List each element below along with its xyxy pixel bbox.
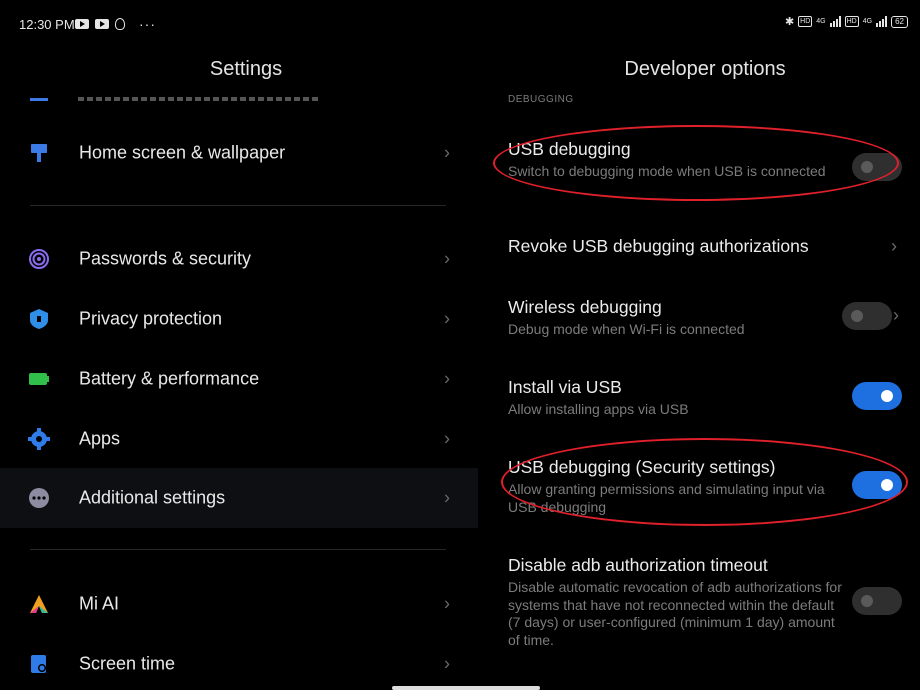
- annotation-ellipse: [501, 438, 908, 526]
- option-description: Disable automatic revocation of adb auth…: [508, 579, 842, 648]
- option-install-via-usb[interactable]: Install via USB Allow installing apps vi…: [508, 377, 838, 419]
- settings-item-apps[interactable]: Apps ›: [0, 409, 478, 469]
- network-type: 4G: [862, 18, 873, 25]
- chevron-right-icon: ›: [444, 248, 450, 269]
- system-icons: ✱ HD 4G HD 4G 62: [785, 15, 908, 28]
- chevron-right-icon: ›: [444, 142, 450, 163]
- settings-item-label: Battery & performance: [79, 368, 260, 389]
- settings-item-passwords[interactable]: Passwords & security ›: [0, 229, 478, 289]
- hd-icon: HD: [844, 16, 859, 27]
- settings-title: Settings: [209, 58, 283, 80]
- install-via-usb-toggle[interactable]: [852, 382, 902, 410]
- settings-item-mi-ai[interactable]: Mi AI ›: [0, 574, 478, 634]
- settings-item-label: Apps: [79, 428, 121, 449]
- battery-icon: [29, 373, 49, 385]
- signal-icon: [829, 16, 841, 27]
- divider: [30, 205, 446, 206]
- settings-item-label: Additional settings: [79, 487, 226, 508]
- signal-icon: [876, 16, 888, 27]
- home-indicator[interactable]: [392, 686, 540, 690]
- option-description: Debug mode when Wi-Fi is connected: [508, 321, 745, 337]
- chevron-right-icon: ›: [444, 428, 450, 449]
- more-dots-icon: [29, 488, 49, 508]
- network-type: 4G: [816, 18, 826, 25]
- option-description: Allow installing apps via USB: [508, 401, 689, 417]
- chevron-right-icon: ›: [444, 653, 450, 674]
- option-title: Revoke USB debugging authorizations: [508, 236, 809, 256]
- settings-item-privacy[interactable]: Privacy protection ›: [0, 289, 478, 349]
- shield-icon: [30, 309, 48, 329]
- chevron-right-icon: ›: [444, 593, 450, 614]
- lightbulb-icon: [115, 18, 125, 30]
- youtube-icon: [75, 19, 89, 29]
- settings-item-label: Privacy protection: [79, 308, 223, 329]
- battery-indicator: 62: [891, 15, 908, 28]
- gear-icon: [28, 428, 50, 450]
- annotation-ellipse: [493, 125, 899, 201]
- hourglass-icon: [31, 655, 46, 673]
- divider: [30, 549, 446, 550]
- hd-icon: HD: [798, 16, 813, 27]
- youtube-icon: [95, 19, 109, 29]
- settings-item-screen-time[interactable]: Screen time ›: [0, 634, 478, 690]
- option-title: Install via USB: [508, 377, 622, 397]
- option-revoke-usb-authorizations[interactable]: Revoke USB debugging authorizations: [508, 236, 888, 257]
- notification-icons: ···: [75, 16, 156, 32]
- settings-item-battery[interactable]: Battery & performance ›: [0, 349, 478, 409]
- settings-item-label: Passwords & security: [79, 248, 252, 269]
- bluetooth-icon: ✱: [784, 16, 795, 28]
- settings-item-label: Mi AI: [79, 593, 120, 614]
- fingerprint-icon: [29, 249, 49, 269]
- status-time: 12:30 PM: [19, 17, 75, 32]
- cutoff-row: [30, 94, 320, 102]
- section-header: DEBUGGING: [508, 94, 574, 105]
- chevron-right-icon: ›: [444, 368, 450, 389]
- disable-adb-timeout-toggle[interactable]: [852, 587, 902, 615]
- option-title: Wireless debugging: [508, 297, 662, 317]
- more-notifications-icon: ···: [139, 16, 156, 32]
- option-wireless-debugging[interactable]: Wireless debugging Debug mode when Wi-Fi…: [508, 297, 838, 339]
- developer-options-title: Developer options: [624, 58, 786, 80]
- chevron-right-icon: ›: [891, 236, 897, 256]
- option-disable-adb-timeout[interactable]: Disable adb authorization timeout Disabl…: [508, 555, 846, 649]
- option-title: Disable adb authorization timeout: [508, 555, 768, 575]
- settings-item-label: Home screen & wallpaper: [79, 142, 286, 163]
- settings-item-additional[interactable]: Additional settings ›: [0, 468, 478, 528]
- status-bar: 12:30 PM ··· ✱ HD 4G HD 4G 62: [0, 0, 920, 46]
- settings-item-label: Screen time: [79, 653, 176, 674]
- mi-ai-icon: [30, 595, 48, 613]
- wireless-debugging-toggle[interactable]: [842, 302, 892, 330]
- chevron-right-icon: ›: [444, 487, 450, 508]
- chevron-right-icon: ›: [893, 305, 899, 325]
- paintbrush-icon: [31, 144, 47, 162]
- chevron-right-icon: ›: [444, 308, 450, 329]
- settings-item-home-screen[interactable]: Home screen & wallpaper ›: [0, 123, 478, 183]
